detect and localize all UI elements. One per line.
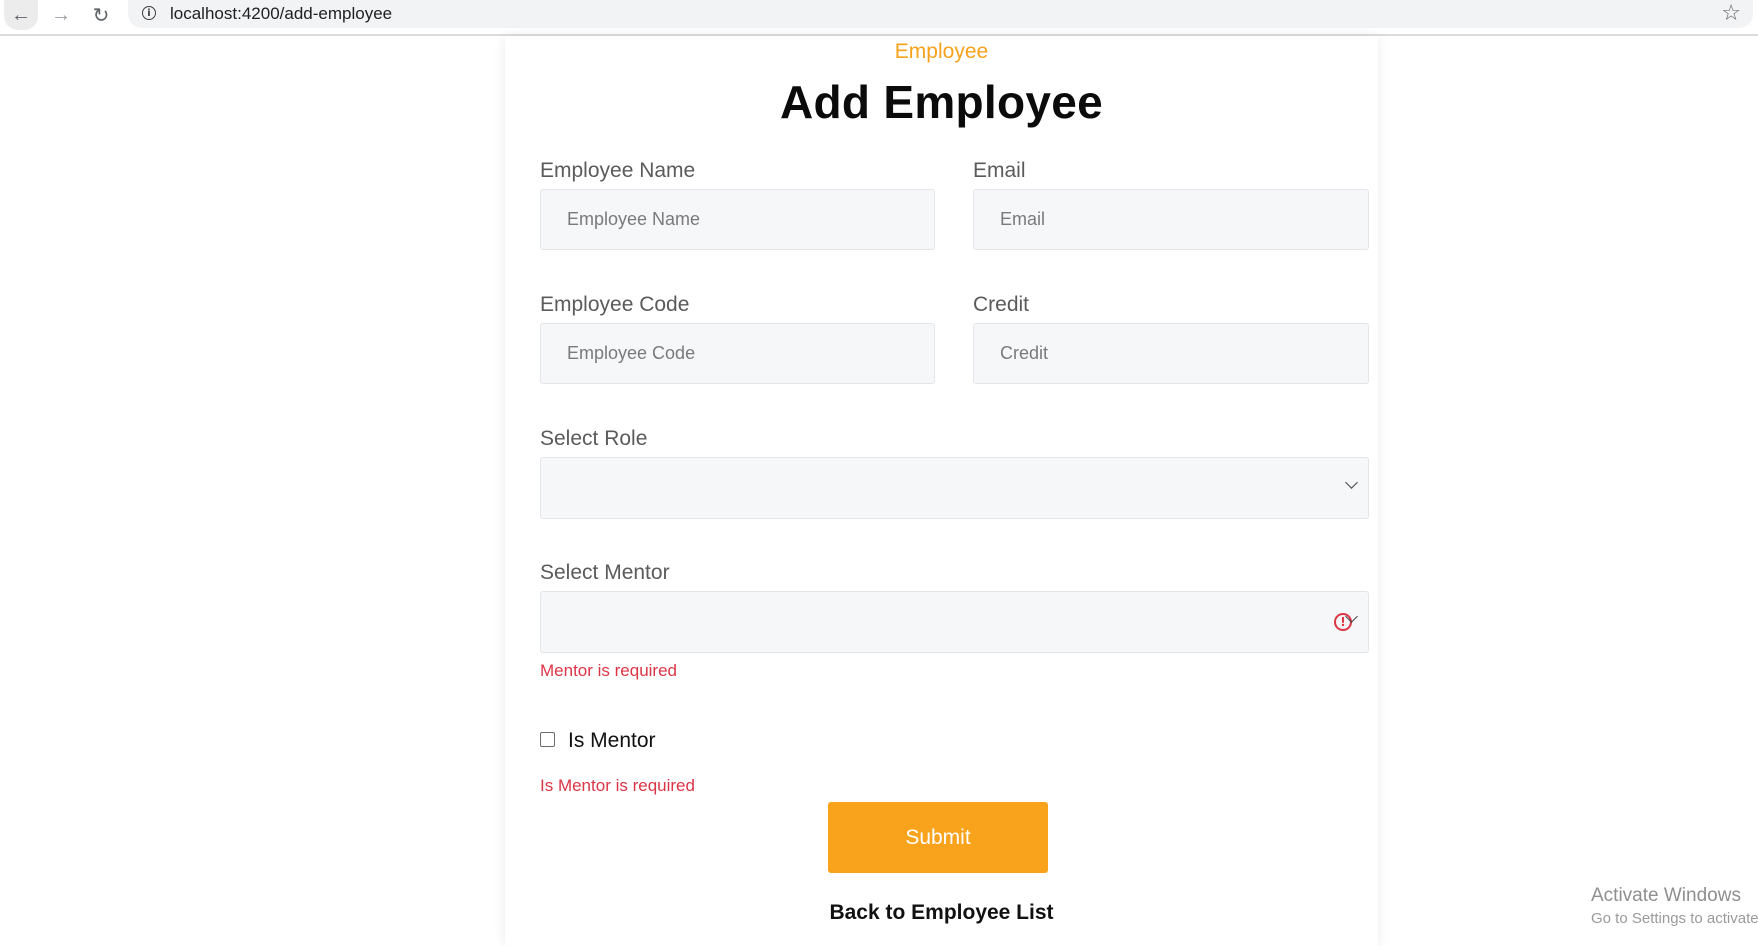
back-link-text[interactable]: Back to Employee List: [829, 901, 1053, 924]
employee-name-label: Employee Name: [540, 159, 696, 182]
url-host: localhost: [170, 4, 238, 23]
employee-name-input[interactable]: [540, 189, 935, 250]
is-mentor-error-text: Is Mentor is required: [540, 776, 695, 795]
submit-button[interactable]: Submit: [828, 802, 1048, 873]
browser-toolbar: ← → ↻ i localhost:4200/add-employee ☆: [0, 0, 1758, 36]
select-role-label: Select Role: [540, 427, 648, 450]
employee-code-label: Employee Code: [540, 293, 690, 316]
credit-label: Credit: [973, 293, 1030, 316]
activate-windows-title: Activate Windows: [1591, 885, 1741, 906]
page-eyebrow: Employee: [894, 40, 989, 63]
reload-icon[interactable]: ↻: [84, 0, 118, 30]
chevron-down-icon: [1345, 476, 1358, 489]
credit-input[interactable]: [973, 323, 1369, 384]
email-label: Email: [973, 159, 1026, 182]
address-bar[interactable]: i localhost:4200/add-employee ☆: [128, 0, 1753, 28]
back-arrow-icon[interactable]: ←: [4, 0, 38, 30]
is-mentor-label[interactable]: Is Mentor: [568, 729, 656, 753]
site-info-icon[interactable]: i: [142, 6, 156, 20]
email-input[interactable]: [973, 189, 1369, 250]
select-mentor-dropdown[interactable]: !: [540, 591, 1369, 653]
mentor-error-text: Mentor is required: [540, 661, 678, 680]
select-mentor-label: Select Mentor: [540, 561, 670, 584]
back-to-employee-list-link[interactable]: Back to Employee List: [505, 901, 1378, 925]
forward-arrow-icon[interactable]: →: [44, 0, 78, 30]
page-title: Add Employee: [779, 76, 1104, 128]
activate-windows-subtitle: Go to Settings to activate Windows.: [1591, 910, 1758, 927]
url-text[interactable]: localhost:4200/add-employee: [170, 4, 392, 24]
is-mentor-checkbox[interactable]: [540, 732, 555, 747]
add-employee-card: Employee Add Employee Employee Name Emai…: [505, 36, 1378, 946]
url-path: :4200/add-employee: [237, 4, 393, 23]
employee-code-input[interactable]: [540, 323, 935, 384]
bookmark-star-icon[interactable]: ☆: [1721, 1, 1741, 26]
select-role-dropdown[interactable]: [540, 457, 1369, 519]
